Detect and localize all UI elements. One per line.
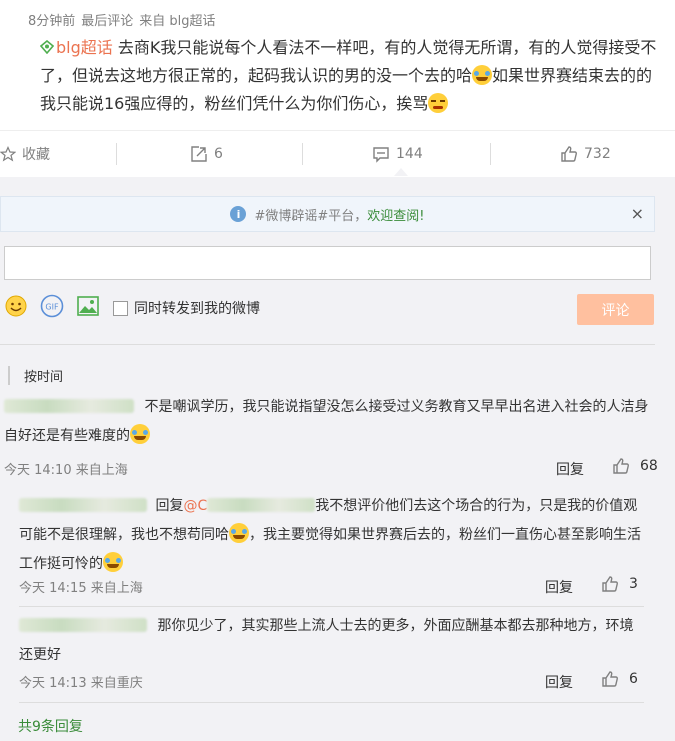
favorite-button[interactable]: 收藏 [0,131,50,177]
notice-text[interactable]: #微博辟谣#平台， [254,205,367,224]
sort-by-time-tab[interactable]: 按时间 [8,366,63,385]
composer-toolbar: GIF 同时转发到我的微博 评论 [0,292,675,328]
repost-icon [191,146,207,162]
reply-time: 今天 14:15 来自上海 [19,581,143,596]
comment-icon [373,147,389,163]
reply-time: 今天 14:13 来自重庆 [19,676,143,691]
comment-count: 144 [396,146,423,162]
comment-like-count: 68 [640,458,658,474]
repost-label: 同时转发到我的微博 [134,301,260,317]
post-meta: 8分钟前 最后评论 来自 blg超话 [28,10,216,29]
notice-link[interactable]: 欢迎查阅! [367,205,424,224]
grin-emoji-icon [428,93,449,113]
replies-box: 回复@C 我不想评价他们去这个场合的行为，只是我的价值观可能不是很理解，我也不想苟… [5,484,655,741]
reply-item: 那你见少了，其实那些上流人士去的更多，外面应酬基本都去那种地方，环境还更好 [19,612,644,670]
topic-link[interactable]: blg超话 [40,38,118,57]
post-text: blg超话 去商K我只能说每个人看法不一样吧，有的人觉得无所谓，有的人觉得接受不… [40,34,660,118]
repost-count: 6 [214,146,223,162]
more-replies-link[interactable]: 共9条回复 [18,716,83,736]
divider [116,143,117,165]
like-button[interactable]: 732 [560,131,611,177]
topic-icon [40,40,54,54]
close-icon[interactable]: × [631,204,644,223]
laugh-cry-emoji-icon [130,424,150,444]
comment-time: 今天 14:10 来自上海 [4,463,128,478]
reply-prefix: 回复 [155,498,184,514]
like-icon [602,671,618,687]
info-icon: i [230,206,247,222]
post-card: 8分钟前 最后评论 来自 blg超话 blg超话 去商K我只能说每个人看法不一样… [0,0,675,130]
like-icon [561,146,577,162]
post-source[interactable]: 来自 blg超话 [139,10,215,29]
reply-like-count: 3 [629,576,638,592]
submit-comment-button[interactable]: 评论 [577,294,654,325]
active-tab-caret [394,168,408,176]
comment-item: 不是嘲讽学历，我只能说指望没怎么接受过义务教育又早早出名进入社会的人洁身自好还是… [0,393,658,483]
reply-footer: 今天 14:15 来自上海 回复 3 [5,575,655,603]
rumor-notice: i #微博辟谣#平台， 欢迎查阅! × [0,196,655,232]
comment-author[interactable] [4,399,134,413]
divider [302,143,303,165]
reply-like-button[interactable]: 6 [601,670,638,688]
reply-author[interactable] [19,618,147,632]
like-icon [613,458,629,474]
like-icon [602,576,618,592]
comment-like-button[interactable]: 68 [612,457,658,475]
reply-button[interactable]: 回复 [545,672,573,692]
gif-icon[interactable]: GIF [40,294,64,318]
like-count: 732 [584,146,611,162]
favorite-label: 收藏 [22,147,50,163]
comment-text-block: 不是嘲讽学历，我只能说指望没怎么接受过义务教育又早早出名进入社会的人洁身自好还是… [0,393,652,451]
reply-button[interactable]: 回复 [556,459,584,479]
checkbox[interactable] [113,300,128,316]
reply-button[interactable]: 回复 [545,577,573,597]
comment-input[interactable] [4,246,651,280]
reply-like-count: 6 [629,671,638,687]
image-icon[interactable] [76,294,100,318]
emoji-icon[interactable] [4,294,28,318]
post-action-bar: 收藏 6 144 732 [0,130,675,177]
divider [19,606,644,607]
reply-like-button[interactable]: 3 [601,575,638,593]
reply-item: 回复@C 我不想评价他们去这个场合的行为，只是我的价值观可能不是很理解，我也不想苟… [19,492,644,579]
repost-checkbox-label[interactable]: 同时转发到我的微博 [113,298,260,318]
svg-text:GIF: GIF [45,303,59,312]
star-icon [0,146,16,162]
repost-button[interactable]: 6 [190,131,223,177]
reply-author[interactable] [19,498,147,512]
laugh-cry-emoji-icon [229,523,249,543]
laugh-cry-emoji-icon [472,65,493,85]
divider [0,344,655,345]
topic-label[interactable]: blg超话 [56,38,113,57]
post-time: 8分钟前 [28,14,76,29]
mention-link[interactable]: @C [183,498,207,514]
reply-footer: 今天 14:13 来自重庆 回复 6 [5,670,655,698]
post-edit-label: 最后评论 [81,14,134,29]
mention-name[interactable] [207,498,316,512]
comment-footer: 今天 14:10 来自上海 回复 68 [0,455,658,483]
divider [19,702,644,703]
crying-emoji-icon [103,552,123,572]
divider [490,143,491,165]
